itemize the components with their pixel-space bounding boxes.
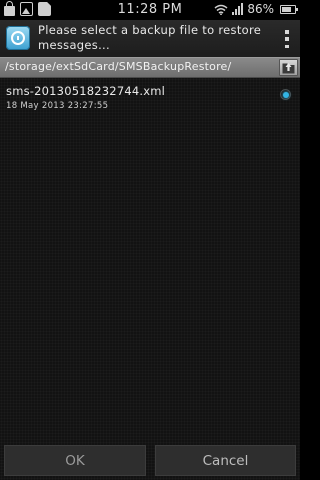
lock-icon [4, 1, 15, 16]
clock-am-pm: PM [162, 2, 183, 17]
current-path: /storage/extSdCard/SMSBackupRestore/ [5, 60, 232, 73]
battery-icon [280, 4, 298, 14]
backup-restore-app-icon [6, 26, 30, 50]
file-list-item[interactable]: sms-20130518232744.xml 18 May 2013 23:27… [0, 80, 300, 113]
file-icon [38, 2, 51, 16]
battery-fill [282, 6, 291, 12]
dialog-title: Please select a backup file to restore m… [38, 23, 262, 52]
screen: 11:28 PM 86% Please select a backup file… [0, 0, 300, 480]
file-select-radio[interactable] [280, 89, 291, 100]
cancel-button[interactable]: Cancel [155, 445, 296, 476]
signal-icon [232, 3, 244, 15]
path-bar: /storage/extSdCard/SMSBackupRestore/ [0, 57, 300, 78]
clock-time: 11:28 [117, 2, 158, 17]
overflow-menu-icon[interactable] [284, 30, 290, 48]
wifi-icon [214, 4, 228, 15]
clock: 11:28 PM [118, 2, 183, 17]
file-date: 18 May 2013 23:27:55 [6, 101, 109, 111]
image-icon [20, 2, 33, 16]
folder-up-icon [282, 63, 295, 74]
battery-percent: 86% [247, 2, 274, 16]
dialog-header: Please select a backup file to restore m… [0, 20, 300, 57]
file-name: sms-20130518232744.xml [6, 84, 166, 98]
notification-icons [4, 1, 51, 16]
ok-button[interactable]: OK [4, 445, 146, 476]
status-bar: 11:28 PM 86% [0, 0, 300, 20]
system-icons: 86% [214, 2, 298, 16]
folder-up-button[interactable] [279, 59, 298, 76]
